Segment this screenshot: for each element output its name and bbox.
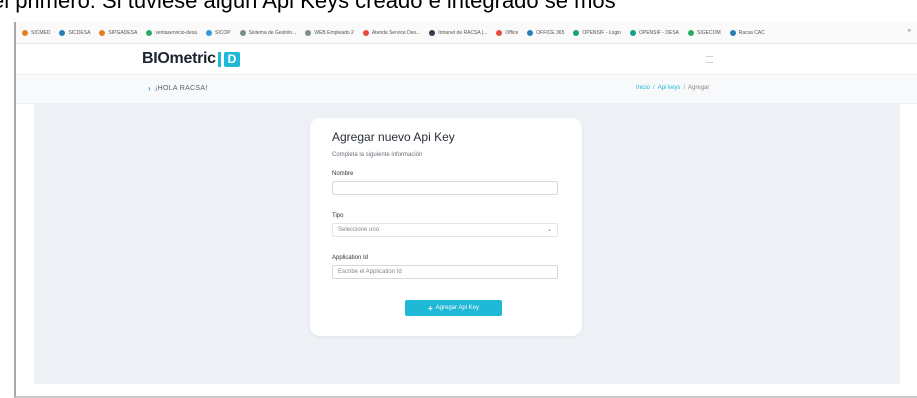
breadcrumb-current: Agregar — [688, 85, 710, 91]
bookmark-item[interactable]: SICMED — [22, 29, 51, 36]
bookmark-item[interactable]: OPENSIF - DESA — [630, 29, 680, 36]
bookmark-label: Atenda Service Des... — [371, 29, 421, 36]
bookmark-favicon-icon — [99, 29, 106, 36]
bookmark-favicon-icon — [305, 29, 312, 36]
bookmark-favicon-icon — [146, 29, 153, 36]
type-label: Tipo — [332, 213, 344, 219]
bookmark-label: Office — [505, 29, 519, 36]
breadcrumb-api-keys[interactable]: Api keys — [658, 85, 681, 91]
bookmark-favicon-icon — [630, 29, 636, 36]
bookmark-favicon-icon — [59, 29, 66, 36]
bookmark-item[interactable]: Racsa CAC — [729, 29, 765, 36]
bookmark-label: SIPGADESA — [108, 29, 138, 36]
type-select[interactable]: Seleccione uno ⌄ — [332, 223, 558, 237]
bookmark-label: ventaservicio-desa — [155, 29, 197, 36]
bookmark-item[interactable]: Atenda Service Des... — [362, 29, 421, 36]
app-header: BIOmetric D — [16, 44, 917, 75]
greeting-text: ¡HOLA RACSA! — [154, 85, 208, 92]
bookmarks-overflow-button[interactable]: » — [908, 28, 911, 34]
bookmark-label: OFFICE 365 — [536, 29, 565, 36]
bookmark-item[interactable]: SICOP — [206, 29, 231, 36]
bookmark-favicon-icon — [688, 29, 695, 36]
breadcrumb-separator: / — [653, 85, 655, 91]
bookmark-item[interactable]: OPENSIF - Login — [573, 29, 621, 36]
bookmark-item[interactable]: OFFICE 365 — [527, 29, 565, 36]
menu-icon[interactable] — [706, 56, 713, 63]
type-select-value: Seleccione uno — [338, 227, 380, 233]
logo-text: BIOmetric — [142, 50, 216, 67]
bookmark-favicon-icon — [239, 29, 246, 36]
bookmark-item[interactable]: SIPGADESA — [99, 29, 138, 36]
add-api-key-card: Agregar nuevo Api Key Completa la siguie… — [310, 118, 582, 336]
bookmark-label: SICOP — [215, 29, 231, 36]
bookmarks-bar: SICMED SICDESA SIPGADESA ventaservicio-desa… — [16, 22, 917, 44]
chevron-right-icon: › — [148, 84, 151, 93]
bookmark-item[interactable]: Intranet de RACSA |... — [429, 29, 488, 36]
breadcrumb-separator: / — [683, 85, 686, 91]
add-api-key-button[interactable]: + Agregar Api Key — [405, 300, 502, 316]
chevron-down-icon: ⌄ — [546, 227, 552, 233]
application-id-placeholder: Escribe el Application Id — [338, 269, 402, 275]
bookmark-item[interactable]: WEB Empleado 2 — [305, 29, 354, 36]
bookmark-favicon-icon — [429, 29, 436, 36]
bookmark-item[interactable]: SIGECOM — [688, 29, 721, 36]
bookmark-favicon-icon — [729, 29, 736, 36]
bookmark-label: Racsa CAC — [738, 29, 765, 36]
add-api-key-button-label: Agregar Api Key — [435, 305, 480, 311]
logo-badge: D — [223, 51, 240, 67]
logo-bar — [217, 51, 221, 67]
document-caption: el primero. Si tuviese algún Api Keys cr… — [0, 0, 616, 13]
bookmark-item[interactable]: SICDESA — [59, 29, 91, 36]
bookmark-label: Intranet de RACSA |... — [438, 29, 488, 36]
bookmark-item[interactable]: ventaservicio-desa — [146, 29, 197, 36]
application-id-label: Application Id — [332, 255, 369, 261]
bookmark-favicon-icon — [22, 29, 28, 36]
name-input[interactable] — [332, 181, 558, 195]
browser-window: SICMED SICDESA SIPGADESA ventaservicio-desa… — [14, 22, 917, 398]
form-subtitle: Completa la siguiente información — [332, 152, 423, 158]
greeting-bar: › ¡HOLA RACSA! Inicio / Api keys / Agreg… — [16, 75, 917, 104]
bookmark-label: SICMED — [31, 29, 51, 36]
bookmark-favicon-icon — [362, 29, 369, 36]
bookmark-label: WEB Empleado 2 — [314, 29, 354, 36]
application-id-input[interactable]: Escribe el Application Id — [332, 265, 558, 279]
plus-icon: + — [427, 303, 433, 313]
bookmark-item[interactable]: Office — [496, 29, 519, 36]
breadcrumb-home[interactable]: Inicio — [636, 85, 650, 91]
greeting: › ¡HOLA RACSA! — [148, 84, 208, 93]
bookmark-label: Sistema de Gestión... — [248, 29, 297, 36]
bookmark-label: SIGECOM — [697, 29, 721, 36]
breadcrumb: Inicio / Api keys / Agregar — [636, 85, 709, 91]
name-label: Nombre — [332, 171, 354, 177]
bookmark-label: OPENSIF - DESA — [639, 29, 680, 36]
bookmark-favicon-icon — [573, 29, 580, 36]
bookmark-label: OPENSIF - Login — [582, 29, 621, 36]
bookmark-item[interactable]: Sistema de Gestión... — [239, 29, 297, 36]
main-content: Agregar nuevo Api Key Completa la siguie… — [34, 104, 900, 384]
app-logo[interactable]: BIOmetric D — [142, 50, 240, 68]
bookmark-favicon-icon — [527, 29, 534, 36]
page-title: Agregar nuevo Api Key — [332, 130, 455, 144]
bookmark-label: SICDESA — [68, 29, 91, 36]
bookmark-favicon-icon — [496, 29, 503, 36]
bookmark-favicon-icon — [206, 29, 212, 36]
